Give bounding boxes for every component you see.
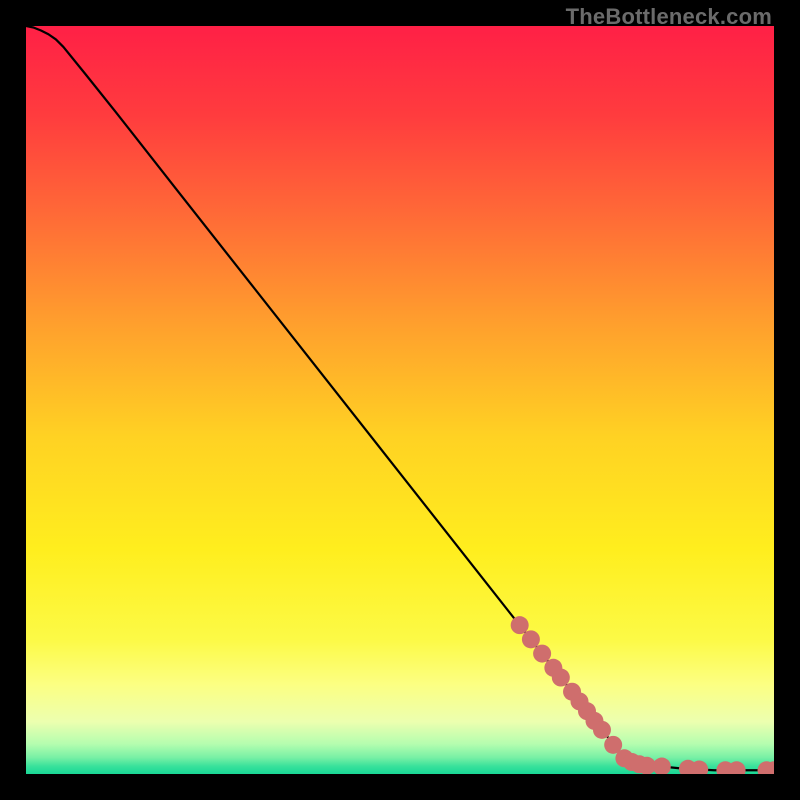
chart-frame: TheBottleneck.com — [0, 0, 800, 800]
data-marker — [511, 616, 529, 634]
data-marker — [533, 645, 551, 663]
chart-plot — [26, 26, 774, 774]
data-marker — [593, 721, 611, 739]
data-marker — [552, 669, 570, 687]
data-marker — [522, 630, 540, 648]
watermark-text: TheBottleneck.com — [566, 4, 772, 30]
plot-background — [26, 26, 774, 774]
